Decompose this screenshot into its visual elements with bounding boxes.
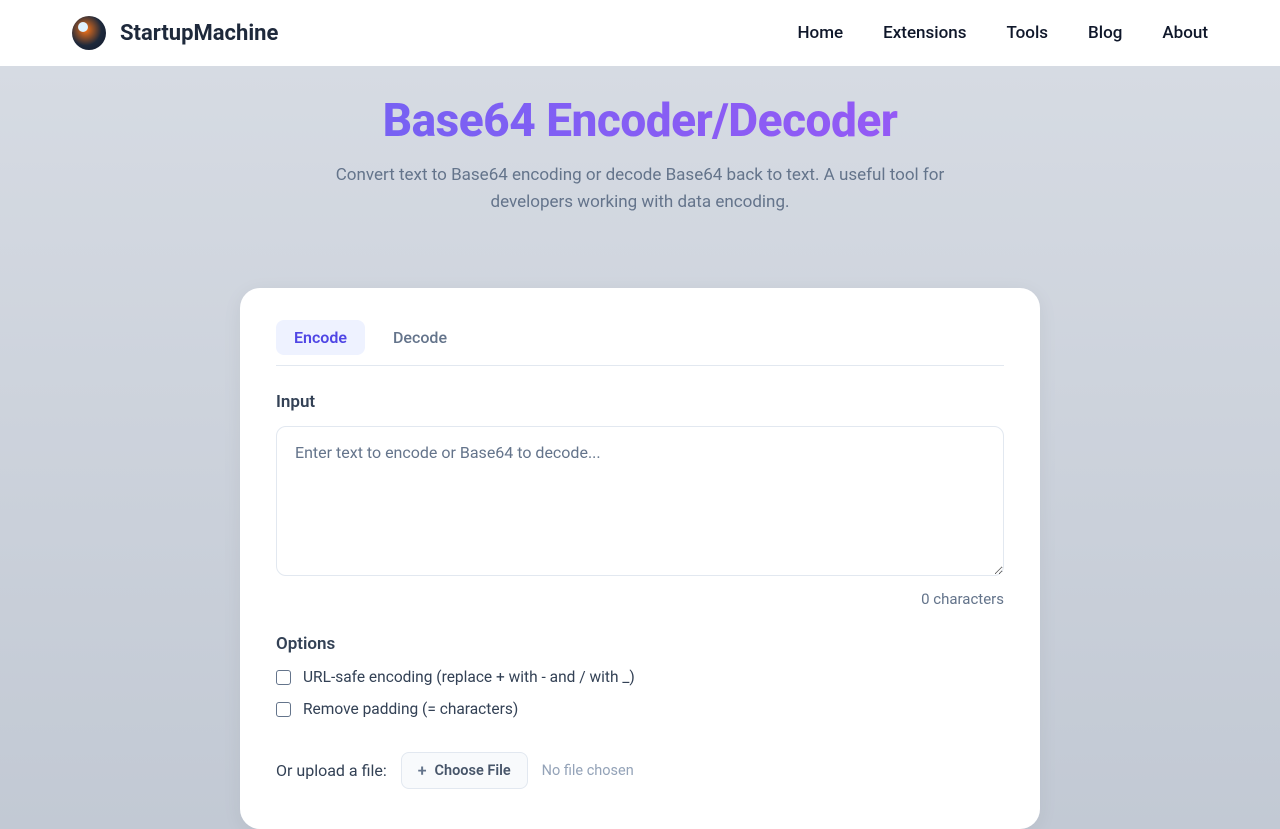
page-subtitle: Convert text to Base64 encoding or decod… [330, 162, 950, 216]
upload-label: Or upload a file: [276, 761, 387, 780]
option-url-safe-row: URL-safe encoding (replace + with - and … [276, 668, 1004, 686]
options-block: Options URL-safe encoding (replace + wit… [276, 634, 1004, 718]
tab-encode[interactable]: Encode [276, 320, 365, 355]
options-label: Options [276, 634, 1004, 654]
upload-row: Or upload a file: + Choose File No file … [276, 752, 1004, 789]
option-url-safe-label: URL-safe encoding (replace + with - and … [303, 668, 635, 686]
brand[interactable]: StartupMachine [72, 16, 278, 50]
checkbox-remove-padding[interactable] [276, 702, 291, 717]
nav-extensions[interactable]: Extensions [883, 23, 966, 43]
input-textarea[interactable] [276, 426, 1004, 576]
option-remove-padding-label: Remove padding (= characters) [303, 700, 518, 718]
tab-decode[interactable]: Decode [375, 320, 465, 355]
hero: Base64 Encoder/Decoder Convert text to B… [0, 66, 1280, 216]
input-label: Input [276, 392, 1004, 412]
plus-icon: + [418, 763, 427, 779]
header: StartupMachine Home Extensions Tools Blo… [0, 0, 1280, 66]
checkbox-url-safe[interactable] [276, 670, 291, 685]
choose-file-button[interactable]: + Choose File [401, 752, 528, 789]
nav-tools[interactable]: Tools [1006, 23, 1048, 43]
char-count: 0 characters [276, 590, 1004, 608]
nav-about[interactable]: About [1162, 23, 1208, 43]
nav-home[interactable]: Home [798, 23, 844, 43]
nav-blog[interactable]: Blog [1088, 23, 1122, 43]
mode-tabs: Encode Decode [276, 320, 1004, 366]
brand-name: StartupMachine [120, 21, 278, 46]
tool-card: Encode Decode Input 0 characters Options… [240, 288, 1040, 829]
logo-icon [72, 16, 106, 50]
choose-file-label: Choose File [435, 762, 511, 779]
no-file-text: No file chosen [542, 762, 634, 779]
option-remove-padding-row: Remove padding (= characters) [276, 700, 1004, 718]
page-title: Base64 Encoder/Decoder [20, 94, 1260, 148]
primary-nav: Home Extensions Tools Blog About [798, 23, 1209, 43]
